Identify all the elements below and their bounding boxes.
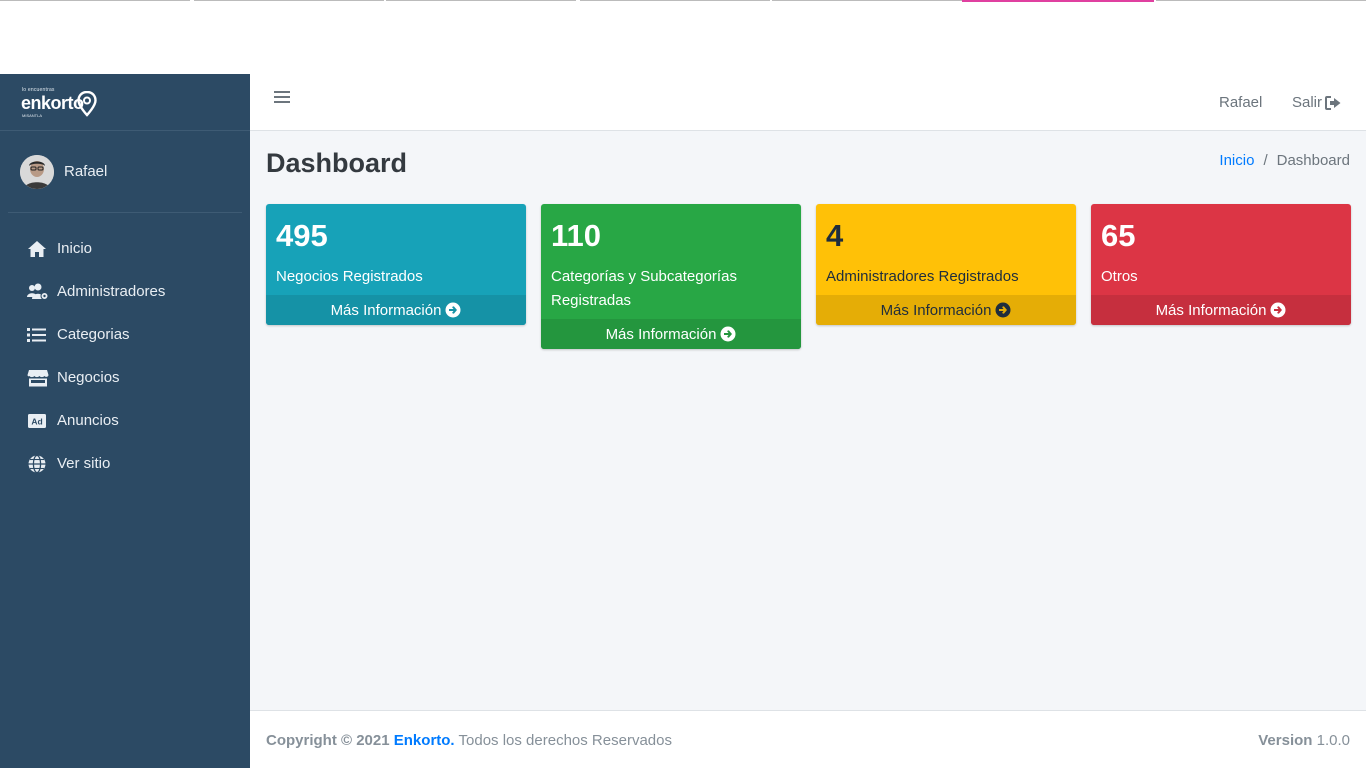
- avatar: [20, 154, 54, 189]
- footer-rights: Todos los derechos Reservados: [458, 732, 672, 749]
- logo-wordmark: enkorto: [21, 93, 84, 113]
- stat-label: Categorías y Subcategorías Registradas: [551, 268, 737, 309]
- more-info-label: Más Información: [880, 301, 992, 319]
- sidebar-item-ver-sitio[interactable]: Ver sitio: [0, 442, 250, 485]
- top-divider-line: [386, 0, 576, 1]
- svg-text:Ad: Ad: [31, 416, 42, 426]
- sidebar-user-name: Rafael: [64, 163, 108, 180]
- navbar-user-name[interactable]: Rafael: [1219, 94, 1262, 111]
- stat-box-otros: 65 Otros Más Información: [1091, 204, 1351, 325]
- more-info-label: Más Información: [330, 301, 442, 319]
- stat-label: Negocios Registrados: [276, 268, 423, 285]
- more-info-link[interactable]: Más Información: [266, 295, 526, 325]
- version-info: Version 1.0.0: [1258, 732, 1350, 749]
- footer-brand-link[interactable]: Enkorto.: [394, 732, 455, 749]
- menu-toggle-icon[interactable]: [274, 91, 290, 105]
- sidebar: lo encuentras enkorto MISANTLA Rafael In…: [0, 74, 250, 768]
- more-info-link[interactable]: Más Información: [816, 295, 1076, 325]
- browser-top-area: [0, 0, 1366, 74]
- stat-label: Otros: [1101, 268, 1138, 285]
- stat-value: 4: [826, 218, 844, 253]
- copyright-prefix: Copyright © 2021: [266, 732, 390, 749]
- stat-value: 110: [551, 218, 602, 253]
- sidebar-item-categorias[interactable]: Categorias: [0, 313, 250, 356]
- top-divider-line-active: [962, 0, 1154, 2]
- sidebar-item-inicio[interactable]: Inicio: [0, 227, 250, 270]
- page-footer: Copyright © 2021 Enkorto. Todos los dere…: [250, 710, 1366, 768]
- brand-link[interactable]: lo encuentras enkorto MISANTLA: [0, 74, 250, 131]
- list-icon: [27, 325, 49, 345]
- version-value: 1.0.0: [1316, 732, 1350, 749]
- breadcrumb-separator: /: [1263, 152, 1268, 169]
- sidebar-item-anuncios[interactable]: Ad Anuncios: [0, 399, 250, 442]
- arrow-circle-right-icon: [445, 302, 461, 318]
- more-info-label: Más Información: [1155, 301, 1267, 319]
- logo-subline: MISANTLA: [22, 113, 43, 118]
- version-label: Version: [1258, 732, 1313, 749]
- sidebar-item-negocios[interactable]: Negocios: [0, 356, 250, 399]
- store-icon: [27, 368, 49, 388]
- location-pin-icon: [77, 91, 97, 117]
- users-cog-icon: [27, 282, 49, 302]
- stat-value: 65: [1101, 218, 1136, 253]
- main-content: Dashboard Inicio / Dashboard 495 Negocio…: [250, 131, 1366, 710]
- sidebar-item-label: Ver sitio: [57, 455, 111, 472]
- sign-out-icon: [1325, 95, 1341, 110]
- top-divider-line: [580, 0, 770, 1]
- page-title: Dashboard: [266, 148, 408, 178]
- sidebar-item-label: Inicio: [57, 240, 93, 257]
- stat-value: 495: [276, 218, 328, 253]
- top-divider-line: [1156, 0, 1366, 1]
- breadcrumb: Inicio / Dashboard: [1219, 152, 1350, 169]
- breadcrumb-current: Dashboard: [1276, 152, 1350, 169]
- arrow-circle-right-icon: [1270, 302, 1286, 318]
- sidebar-item-label: Anuncios: [57, 412, 119, 429]
- home-icon: [27, 239, 49, 259]
- user-panel[interactable]: Rafael: [8, 131, 242, 213]
- sidebar-item-administradores[interactable]: Administradores: [0, 270, 250, 313]
- stat-label: Administradores Registrados: [826, 268, 1019, 285]
- arrow-circle-right-icon: [720, 326, 736, 342]
- top-navbar: Rafael Salir: [250, 74, 1366, 131]
- ad-icon: Ad: [27, 411, 49, 431]
- breadcrumb-home-link[interactable]: Inicio: [1219, 152, 1254, 169]
- copyright-text: Copyright © 2021 Enkorto. Todos los dere…: [266, 732, 672, 749]
- sidebar-item-label: Administradores: [57, 283, 166, 300]
- sidebar-item-label: Categorias: [57, 326, 130, 343]
- user-photo-icon: [20, 154, 54, 189]
- enkorto-logo: lo encuentras enkorto MISANTLA: [21, 85, 101, 119]
- more-info-link[interactable]: Más Información: [1091, 295, 1351, 325]
- globe-icon: [27, 454, 49, 474]
- arrow-circle-right-icon: [995, 302, 1011, 318]
- stat-box-categorias: 110 Categorías y Subcategorías Registrad…: [541, 204, 801, 349]
- sidebar-nav: Inicio Administradores Categorias Negoci…: [0, 227, 250, 485]
- top-divider-line: [0, 0, 190, 1]
- logout-button[interactable]: Salir: [1292, 94, 1342, 111]
- logout-label: Salir: [1292, 94, 1323, 111]
- sidebar-item-label: Negocios: [57, 369, 120, 386]
- more-info-label: Más Información: [605, 325, 717, 343]
- top-divider-line: [194, 0, 384, 1]
- stat-box-administradores: 4 Administradores Registrados Más Inform…: [816, 204, 1076, 325]
- top-divider-line: [772, 0, 962, 1]
- more-info-link[interactable]: Más Información: [541, 319, 801, 349]
- stat-box-negocios: 495 Negocios Registrados Más Información: [266, 204, 526, 325]
